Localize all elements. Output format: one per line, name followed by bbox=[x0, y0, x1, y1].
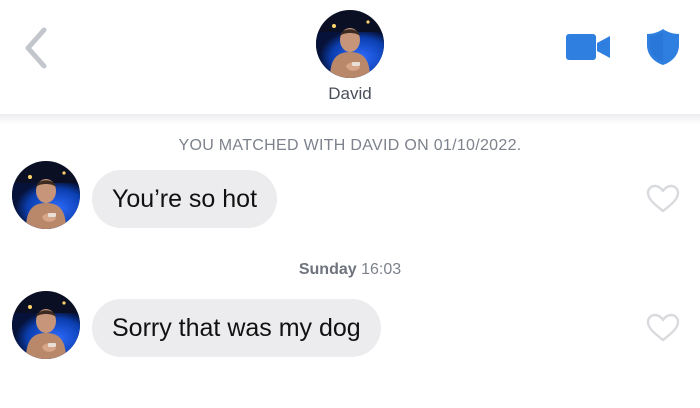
shield-icon bbox=[647, 29, 679, 65]
contact-name[interactable]: David bbox=[0, 84, 700, 104]
timestamp-time: 16:03 bbox=[361, 261, 402, 278]
header-divider bbox=[0, 114, 700, 124]
contact-avatar[interactable] bbox=[316, 10, 384, 78]
match-banner: YOU MATCHED WITH DAVID ON 01/10/2022. bbox=[178, 137, 522, 154]
timestamp-day: Sunday bbox=[298, 261, 357, 278]
video-camera-icon bbox=[566, 34, 610, 60]
message-bubble[interactable]: Sorry that was my dog bbox=[92, 299, 381, 357]
sender-avatar[interactable] bbox=[12, 161, 80, 229]
avatar-image bbox=[316, 10, 384, 78]
chevron-left-icon bbox=[25, 27, 47, 69]
heart-icon[interactable] bbox=[646, 184, 680, 214]
back-button[interactable] bbox=[20, 26, 54, 70]
chat-header: David bbox=[0, 0, 700, 118]
message-text: You’re so hot bbox=[112, 185, 258, 213]
avatar-image bbox=[12, 291, 80, 359]
safety-button[interactable] bbox=[645, 27, 681, 67]
avatar-image bbox=[12, 161, 80, 229]
heart-icon[interactable] bbox=[646, 313, 680, 343]
message-bubble[interactable]: You’re so hot bbox=[92, 170, 278, 228]
video-call-button[interactable] bbox=[564, 32, 612, 62]
message-timestamp: Sunday 16:03 bbox=[0, 261, 700, 279]
sender-avatar[interactable] bbox=[12, 291, 80, 359]
message-text: Sorry that was my dog bbox=[112, 314, 361, 342]
